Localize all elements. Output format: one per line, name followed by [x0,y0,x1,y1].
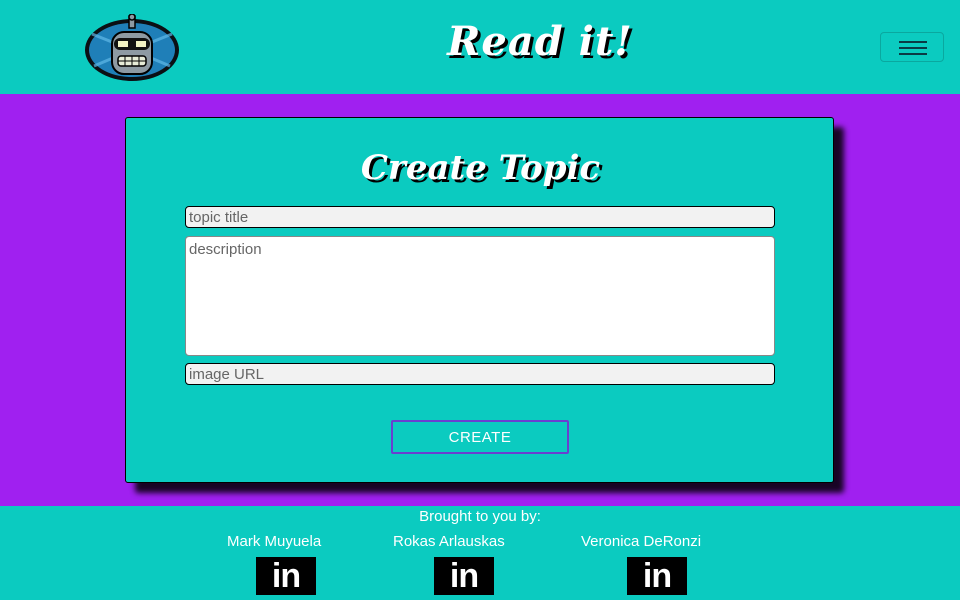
author-name: Mark Muyuela [227,533,322,550]
create-topic-form: Create Topic CREATE [125,117,834,483]
linkedin-icon[interactable]: in [434,557,494,595]
create-button[interactable]: CREATE [391,420,569,454]
topic-title-input[interactable] [185,206,775,228]
site-header: Read it! [0,0,960,94]
site-footer: Brought to you by: Mark Muyuela Rokas Ar… [0,506,960,600]
linkedin-icon[interactable]: in [256,557,316,595]
site-title: Read it! [447,18,633,65]
linkedin-icon[interactable]: in [627,557,687,595]
credits-heading: Brought to you by: [419,508,541,525]
image-url-input[interactable] [185,363,775,385]
author-name: Rokas Arlauskas [393,533,505,550]
author-name: Veronica DeRonzi [581,533,702,550]
hamburger-menu-button[interactable] [880,32,944,62]
form-title: Create Topic [360,148,601,188]
description-textarea[interactable] [185,236,775,356]
